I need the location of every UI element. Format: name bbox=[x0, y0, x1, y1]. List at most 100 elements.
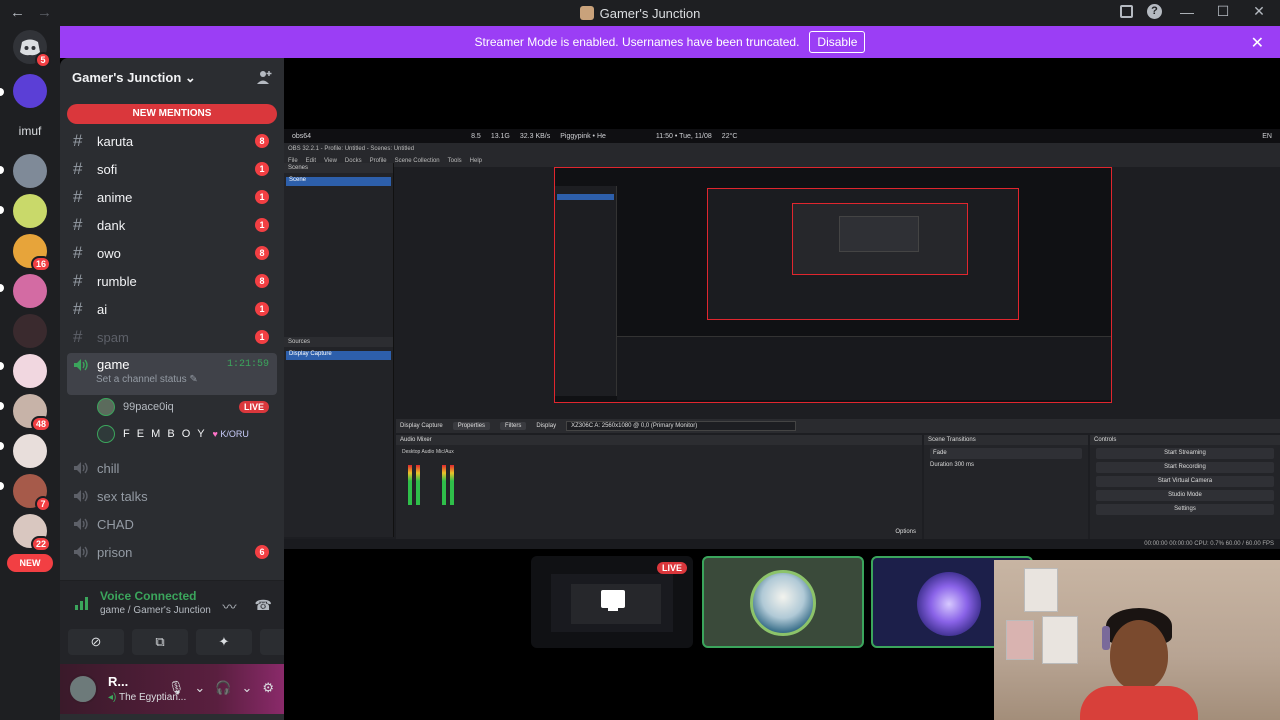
user-name[interactable]: R... bbox=[108, 674, 128, 689]
stream-tile-screen[interactable]: LIVE bbox=[531, 556, 693, 648]
channel-item[interactable]: # spam 1 bbox=[67, 324, 277, 350]
server-icon-8[interactable]: 48 bbox=[13, 394, 51, 432]
channel-name: CHAD bbox=[97, 516, 134, 532]
unread-pill bbox=[0, 402, 4, 410]
voice-user-name: 99pace0iq bbox=[123, 401, 174, 413]
mention-badge: 8 bbox=[255, 134, 269, 148]
obs-scenes-dock: Scenes Scene bbox=[284, 163, 394, 353]
gear-icon[interactable]: ⚙ bbox=[262, 680, 274, 696]
voice-channel-item[interactable]: prison 6 bbox=[67, 539, 277, 565]
server-icon-7[interactable] bbox=[13, 354, 47, 388]
server-icon-2[interactable] bbox=[13, 154, 47, 188]
close-icon[interactable]: ✕ bbox=[1251, 33, 1264, 53]
nested-scenes bbox=[555, 186, 617, 396]
chevron-down-icon[interactable]: ⌄ bbox=[241, 680, 252, 696]
server-icon-10[interactable]: 7 bbox=[13, 474, 51, 512]
avatar bbox=[750, 570, 816, 636]
minimize-button[interactable]: — bbox=[1176, 4, 1198, 20]
inbox-icon[interactable] bbox=[1120, 5, 1133, 18]
obs-status-bar: 00:00:00 00:00:00 CPU: 0.7% 60.00 / 60.0… bbox=[284, 539, 1280, 549]
signal-icon bbox=[75, 597, 88, 610]
speaker-icon bbox=[73, 545, 89, 559]
server-icon-1[interactable] bbox=[13, 74, 47, 108]
chevron-down-icon[interactable]: ⌄ bbox=[194, 680, 205, 696]
channel-name: prison bbox=[97, 544, 133, 560]
channel-item[interactable]: # owo 8 bbox=[67, 240, 277, 266]
channel-item[interactable]: # anime 1 bbox=[67, 184, 277, 210]
live-badge: LIVE bbox=[656, 562, 687, 574]
screen-share-button[interactable]: ⧉ bbox=[132, 629, 188, 655]
new-mentions-pill[interactable]: NEW MENTIONS bbox=[67, 104, 277, 124]
voice-channel-item[interactable]: sex talks bbox=[67, 483, 277, 509]
maximize-button[interactable]: ☐ bbox=[1212, 3, 1234, 20]
mention-badge: 1 bbox=[255, 302, 269, 316]
back-arrow-icon[interactable]: ← bbox=[10, 4, 25, 21]
hash-icon: # bbox=[73, 131, 83, 150]
mention-badge: 1 bbox=[255, 330, 269, 344]
noise-suppression-icon[interactable]: 〰 bbox=[223, 597, 237, 617]
activities-button[interactable]: ✦ bbox=[196, 629, 252, 655]
server-list: 5 imuf 16 48 7 22 NEW bbox=[0, 26, 60, 720]
channel-name: dank bbox=[97, 217, 126, 233]
soundboard-button[interactable]: ♪ bbox=[260, 629, 284, 655]
disconnect-icon[interactable]: ☎ bbox=[255, 597, 272, 617]
voice-channel-item[interactable]: CHAD bbox=[67, 511, 277, 537]
hash-icon: # bbox=[73, 187, 83, 206]
channel-item[interactable]: # karuta 8 bbox=[67, 128, 277, 154]
server-icon-5[interactable] bbox=[13, 274, 47, 308]
webcam-feed[interactable] bbox=[994, 560, 1280, 720]
channel-name: rumble bbox=[97, 273, 137, 289]
camera-button[interactable]: ⊘ bbox=[68, 629, 124, 655]
hash-icon: # bbox=[73, 271, 83, 290]
voice-channel-item[interactable]: chill bbox=[67, 455, 277, 481]
stream-stage[interactable]: obs64 8.5 13.1G 32.3 KB/s Piggypink • He… bbox=[284, 58, 1280, 720]
voice-user[interactable]: F E M B O Y ♥ K/ORU bbox=[97, 423, 277, 445]
server-badge: 48 bbox=[30, 416, 51, 432]
headset bbox=[1102, 626, 1110, 650]
window-title: Gamer's Junction bbox=[0, 6, 1280, 21]
server-icon-6[interactable] bbox=[13, 314, 47, 348]
channel-name: karuta bbox=[97, 133, 134, 149]
obs-controls: Controls Start Streaming Start Recording… bbox=[1090, 435, 1280, 539]
mention-badge: 8 bbox=[255, 274, 269, 288]
server-icon-text[interactable]: imuf bbox=[10, 124, 50, 138]
close-window-button[interactable]: ✕ bbox=[1248, 3, 1270, 20]
server-icon-9[interactable] bbox=[13, 434, 47, 468]
server-icon-3[interactable] bbox=[13, 194, 47, 228]
obs-window-stream[interactable]: obs64 8.5 13.1G 32.3 KB/s Piggypink • He… bbox=[284, 129, 1280, 549]
hash-icon: # bbox=[73, 215, 83, 234]
server-icon-4[interactable]: 16 bbox=[13, 234, 51, 272]
server-icon-11[interactable]: 22 bbox=[13, 514, 51, 552]
channel-name: sofi bbox=[97, 161, 118, 177]
server-header[interactable]: Gamer's Junction ⌄ bbox=[60, 58, 284, 98]
channel-name: spam bbox=[97, 329, 129, 345]
server-badge: 22 bbox=[30, 536, 51, 552]
add-member-icon[interactable] bbox=[256, 69, 272, 88]
new-unreads-pill[interactable]: NEW bbox=[7, 554, 53, 572]
home-button[interactable]: 5 bbox=[13, 30, 51, 68]
avatar[interactable] bbox=[68, 674, 98, 704]
forward-arrow-icon[interactable]: → bbox=[37, 4, 52, 21]
avatar bbox=[917, 572, 981, 636]
hash-icon: # bbox=[73, 243, 83, 262]
channel-item[interactable]: # rumble 8 bbox=[67, 268, 277, 294]
channel-item[interactable]: # ai 1 bbox=[67, 296, 277, 322]
channel-item[interactable]: # dank 1 bbox=[67, 212, 277, 238]
unread-pill bbox=[0, 206, 4, 214]
wall-poster bbox=[1042, 616, 1078, 664]
voice-channel-game[interactable]: game 1:21:59 Set a channel status ✎ bbox=[67, 353, 277, 395]
voice-timer: 1:21:59 bbox=[226, 359, 269, 370]
participant-tile[interactable] bbox=[702, 556, 864, 648]
channel-status-prompt[interactable]: Set a channel status ✎ bbox=[96, 374, 271, 385]
obs-source-toolbar: Display Capture Properties Filters Displ… bbox=[396, 419, 1280, 433]
user-controls: 🎙 ⌄ 🎧 ⌄ ⚙ bbox=[168, 680, 274, 696]
microphone-icon[interactable]: 🎙 bbox=[168, 680, 185, 696]
mention-badge: 1 bbox=[255, 190, 269, 204]
channel-item[interactable]: # sofi 1 bbox=[67, 156, 277, 182]
headphones-icon[interactable]: 🎧 bbox=[215, 680, 231, 696]
voice-panel-actions: 〰 ☎ bbox=[223, 597, 272, 617]
help-icon[interactable]: ? bbox=[1147, 4, 1162, 19]
mention-badge: 6 bbox=[255, 545, 269, 559]
disable-streamer-mode-button[interactable]: Disable bbox=[809, 31, 866, 53]
voice-user[interactable]: 99pace0iq LIVE bbox=[97, 396, 277, 418]
